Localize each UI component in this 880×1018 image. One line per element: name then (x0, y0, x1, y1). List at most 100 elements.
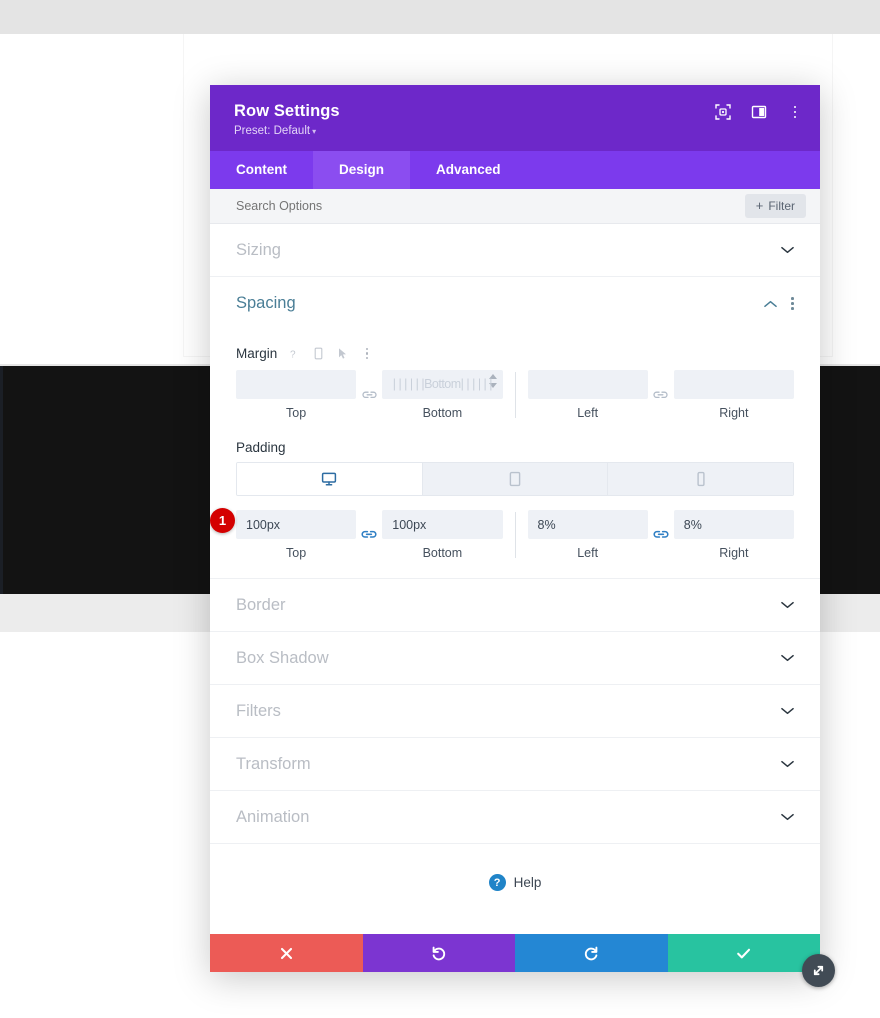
save-button[interactable] (667, 934, 820, 972)
padding-right-input[interactable] (673, 510, 794, 539)
help-label: Help (513, 875, 542, 890)
preset-caret-icon: ▾ (312, 127, 317, 136)
padding-bottom-caption: Bottom (422, 546, 463, 560)
spacing-panel: Margin ? Top Bottom | | | | | |Bottom| |… (210, 330, 820, 579)
redo-button[interactable] (515, 934, 668, 972)
section-border[interactable]: Border (210, 579, 820, 632)
margin-horizontal-group: Left Right (527, 370, 794, 420)
margin-top-cell: Top (236, 370, 357, 420)
search-bar: + Filter (210, 189, 820, 224)
padding-top-caption: Top (286, 546, 307, 560)
margin-left-caption: Left (577, 406, 599, 420)
chevron-down-icon (781, 707, 794, 715)
stepper-down-icon[interactable] (488, 383, 497, 388)
section-filters-label: Filters (236, 701, 281, 720)
chevron-down-icon (781, 654, 794, 662)
tab-content[interactable]: Content (210, 151, 313, 189)
margin-bottom-cell: Bottom | | | | | |Bottom| | | | | | (382, 370, 503, 420)
section-animation-label: Animation (236, 807, 310, 826)
margin-left-input[interactable] (527, 370, 648, 399)
svg-text:?: ? (290, 349, 296, 360)
section-border-label: Border (236, 595, 286, 614)
section-sizing-label: Sizing (236, 240, 281, 259)
stepper-up-icon[interactable] (488, 374, 497, 379)
more-vertical-icon[interactable] (360, 346, 373, 361)
section-box-shadow[interactable]: Box Shadow (210, 632, 820, 685)
hover-cursor-icon[interactable] (336, 346, 349, 361)
section-spacing-more-icon[interactable] (791, 297, 794, 310)
padding-top-cell: Top (236, 510, 357, 560)
device-tab-desktop[interactable] (237, 463, 423, 495)
focus-target-icon[interactable] (714, 103, 732, 121)
search-input[interactable] (236, 199, 616, 213)
filter-button[interactable]: + Filter (744, 194, 806, 218)
margin-right-cell: Right (673, 370, 794, 420)
undo-button[interactable] (362, 934, 515, 972)
help-link[interactable]: ? Help (210, 844, 820, 891)
margin-bottom-caption: Bottom (422, 406, 463, 420)
section-transform[interactable]: Transform (210, 738, 820, 791)
padding-top-input[interactable] (236, 510, 357, 539)
margin-right-input[interactable] (673, 370, 794, 399)
margin-vertical-link-icon[interactable] (356, 370, 382, 420)
padding-left-input[interactable] (527, 510, 648, 539)
padding-inputs-row: 1 Top (210, 508, 794, 560)
responsive-icon[interactable] (312, 346, 325, 361)
section-animation[interactable]: Animation (210, 791, 820, 844)
margin-label: Margin (236, 346, 278, 361)
margin-bottom-stepper[interactable] (488, 374, 497, 388)
margin-top-input[interactable] (236, 370, 357, 399)
tab-advanced[interactable]: Advanced (410, 151, 527, 189)
chevron-up-icon[interactable] (764, 300, 778, 308)
background-top-bar (0, 0, 880, 34)
margin-vertical-group: Top Bottom | | | | | |Bottom| | | | | | (236, 370, 503, 420)
undo-icon (432, 946, 446, 960)
padding-bottom-input[interactable] (382, 510, 503, 539)
padding-vertical-link-icon[interactable] (356, 510, 382, 560)
help-question-icon: ? (488, 874, 506, 891)
padding-right-cell: Right (673, 510, 794, 560)
check-icon (737, 948, 751, 958)
margin-bottom-input[interactable] (382, 370, 503, 399)
margin-label-row: Margin ? (236, 346, 794, 361)
chevron-down-icon (781, 601, 794, 609)
row-settings-modal: Row Settings Preset: Default ▾ Content D… (210, 85, 820, 972)
section-filters[interactable]: Filters (210, 685, 820, 738)
layout-panel-icon[interactable] (750, 103, 768, 121)
chevron-down-icon (781, 760, 794, 768)
padding-group-divider (514, 512, 516, 558)
margin-horizontal-link-icon[interactable] (648, 370, 674, 420)
device-tab-phone[interactable] (608, 463, 793, 495)
section-box-shadow-label: Box Shadow (236, 648, 329, 667)
preset-selector[interactable]: Preset: Default ▾ (234, 124, 798, 139)
step-badge-1: 1 (210, 508, 235, 533)
page-root: Row Settings Preset: Default ▾ Content D… (0, 0, 880, 1018)
margin-group-divider (514, 372, 516, 418)
x-icon (280, 947, 292, 959)
plus-icon: + (755, 198, 764, 213)
section-sizing[interactable]: Sizing (210, 224, 820, 277)
margin-inputs-row: Top Bottom | | | | | |Bottom| | | | | | … (236, 370, 794, 420)
device-tab-tablet[interactable] (422, 463, 609, 495)
tab-design[interactable]: Design (313, 151, 411, 189)
margin-right-caption: Right (719, 406, 749, 420)
modal-tabs: Content Design Advanced (210, 151, 820, 189)
resize-handle[interactable] (802, 954, 835, 987)
more-vertical-icon[interactable] (786, 103, 804, 121)
chevron-down-icon (781, 246, 794, 254)
padding-label: Padding (236, 440, 286, 455)
section-spacing[interactable]: Spacing (210, 277, 820, 330)
chevron-down-icon (781, 813, 794, 821)
modal-body: Sizing Spacing Margin ? Top Bottom | | |… (210, 224, 820, 934)
background-dark-section-edge (0, 366, 3, 594)
padding-bottom-cell: Bottom (382, 510, 503, 560)
padding-horizontal-link-icon[interactable] (648, 510, 674, 560)
padding-left-cell: Left (527, 510, 648, 560)
close-button[interactable] (210, 934, 363, 972)
resize-diagonal-icon (813, 965, 824, 976)
background-gutter-right (832, 34, 880, 356)
help-icon[interactable]: ? (288, 346, 301, 361)
preset-label: Preset: Default (234, 125, 311, 137)
margin-top-caption: Top (286, 406, 307, 420)
padding-vertical-group: Top Bottom (236, 510, 503, 560)
